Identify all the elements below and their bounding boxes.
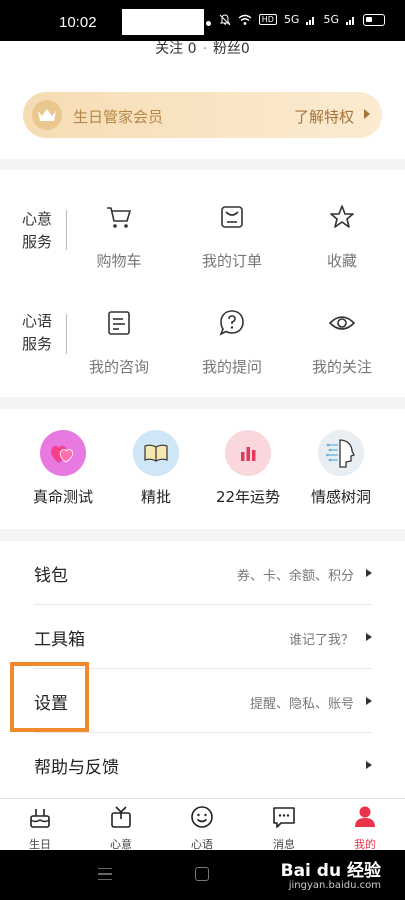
bottom-tab-bar: 生日 心意 心语 消息 我的 (0, 798, 405, 852)
stats-separator: · (202, 41, 207, 57)
menu-item-hint: 提醒、隐私、账号 (249, 697, 354, 712)
signal-bars-icon (346, 16, 354, 25)
hd-badge: HD (258, 14, 277, 25)
menu-item-name: 钱包 (34, 566, 68, 586)
status-icons: HD 5G 5G (219, 13, 385, 26)
service-label: 我的咨询 (88, 358, 149, 376)
chevron-right-icon (366, 633, 372, 641)
service-orders[interactable]: 我的订单 (187, 202, 277, 271)
message-icon (273, 807, 295, 828)
vip-title: 生日管家会员 (73, 108, 164, 126)
follow-count[interactable]: 关注 0 (155, 41, 196, 57)
feature-label: 精批 (140, 488, 171, 506)
service-label: 我的订单 (201, 252, 262, 270)
service-label: 购物车 (96, 252, 142, 270)
signal-5g-2: 5G (323, 13, 339, 26)
home-icon[interactable] (195, 867, 209, 881)
services-section: 心意 服务 购物车 我的订单 收藏 心语 服务 我的咨询 我的提问 我的关注 (0, 170, 405, 397)
cake-icon (30, 809, 50, 828)
chart-icon (225, 430, 271, 476)
vip-learn-more[interactable]: 了解特权 (294, 106, 354, 127)
label-line: 心意 (22, 210, 53, 228)
service-consult[interactable]: 我的咨询 (74, 308, 164, 377)
menu-help-feedback[interactable]: 帮助与反馈 (34, 733, 372, 797)
service-row-label: 心语 服务 (22, 310, 56, 356)
gift-icon (111, 806, 131, 828)
feature-label: 22年运势 (215, 488, 281, 506)
menu-toolbox[interactable]: 工具箱 谁记了我？ (34, 605, 372, 669)
settings-highlight-box (10, 662, 89, 732)
feature-detailed-reading[interactable]: 精批 (106, 430, 206, 507)
label-line: 心语 (22, 312, 53, 330)
menu-wallet[interactable]: 钱包 券、卡、余额、积分 (34, 541, 372, 605)
feature-label: 真命测试 (32, 488, 93, 506)
divider (66, 314, 67, 354)
wifi-icon (238, 14, 252, 25)
bell-off-icon (219, 13, 231, 25)
service-label: 收藏 (326, 252, 357, 270)
label-line: 服务 (22, 233, 53, 251)
feature-2022-fortune[interactable]: 22年运势 (198, 430, 298, 507)
fans-count[interactable]: 粉丝0 (213, 41, 250, 57)
hearts-icon (40, 430, 86, 476)
service-favorites[interactable]: 收藏 (297, 202, 387, 271)
eye-icon (328, 316, 356, 330)
watermark-url: jingyan.baidu.com (288, 880, 381, 891)
status-time: 10:02 (59, 14, 97, 31)
feature-label: 情感树洞 (310, 488, 371, 506)
chevron-right-icon (366, 569, 372, 577)
service-row-heart: 心意 服务 购物车 我的订单 收藏 (0, 192, 405, 292)
service-label: 我的关注 (311, 358, 372, 376)
signal-5g-1: 5G (283, 13, 300, 26)
feature-emotion-treehole[interactable]: 情感树洞 (291, 430, 391, 507)
receipt-icon (221, 206, 243, 228)
star-icon (330, 205, 354, 228)
tab-heart-words[interactable]: 心语 (172, 804, 232, 852)
watermark-logo: Bai du 经验 (280, 861, 381, 881)
service-following[interactable]: 我的关注 (297, 308, 387, 377)
person-icon (355, 806, 375, 827)
menu-icon[interactable] (98, 868, 112, 880)
battery-icon (363, 13, 385, 26)
cart-icon (107, 207, 131, 228)
ai-head-icon (318, 430, 364, 476)
redacted-area (122, 9, 204, 35)
menu-item-name: 帮助与反馈 (34, 758, 119, 778)
system-nav-bar: Bai du 经验 jingyan.baidu.com (0, 850, 405, 900)
service-label: 我的提问 (201, 358, 262, 376)
chevron-right-icon (366, 761, 372, 769)
vip-banner[interactable]: 生日管家会员 了解特权 (23, 92, 382, 138)
service-row-label: 心意 服务 (22, 208, 56, 254)
tab-mine[interactable]: 我的 (335, 804, 395, 852)
divider (66, 210, 67, 250)
service-cart[interactable]: 购物车 (74, 202, 164, 271)
label-line: 服务 (22, 335, 53, 353)
features-section: 真命测试 精批 22年运势 情感树洞 (0, 409, 405, 529)
book-icon (133, 430, 179, 476)
profile-section: 关注 0 · 粉丝0 生日管家会员 了解特权 (0, 41, 405, 159)
menu-item-hint: 谁记了我？ (288, 633, 354, 648)
feature-love-test[interactable]: 真命测试 (13, 430, 113, 507)
tab-birthday[interactable]: 生日 (10, 804, 70, 852)
tab-gift[interactable]: 心意 (91, 804, 151, 852)
follow-stats: 关注 0 · 粉丝0 (0, 41, 405, 57)
smile-icon (191, 806, 213, 828)
tab-messages[interactable]: 消息 (254, 804, 314, 852)
signal-bars-icon (306, 16, 315, 25)
arrow-right-icon (364, 109, 370, 119)
notification-dot (206, 21, 211, 26)
menu-item-name: 工具箱 (34, 630, 85, 650)
status-bar: 10:02 HD 5G 5G (0, 0, 405, 41)
chevron-right-icon (366, 697, 372, 705)
question-icon (219, 310, 244, 336)
crown-icon (32, 100, 62, 130)
menu-item-hint: 券、卡、余额、积分 (236, 569, 354, 584)
service-questions[interactable]: 我的提问 (187, 308, 277, 377)
document-icon (108, 311, 130, 335)
service-row-consult: 心语 服务 我的咨询 我的提问 我的关注 (0, 288, 405, 388)
